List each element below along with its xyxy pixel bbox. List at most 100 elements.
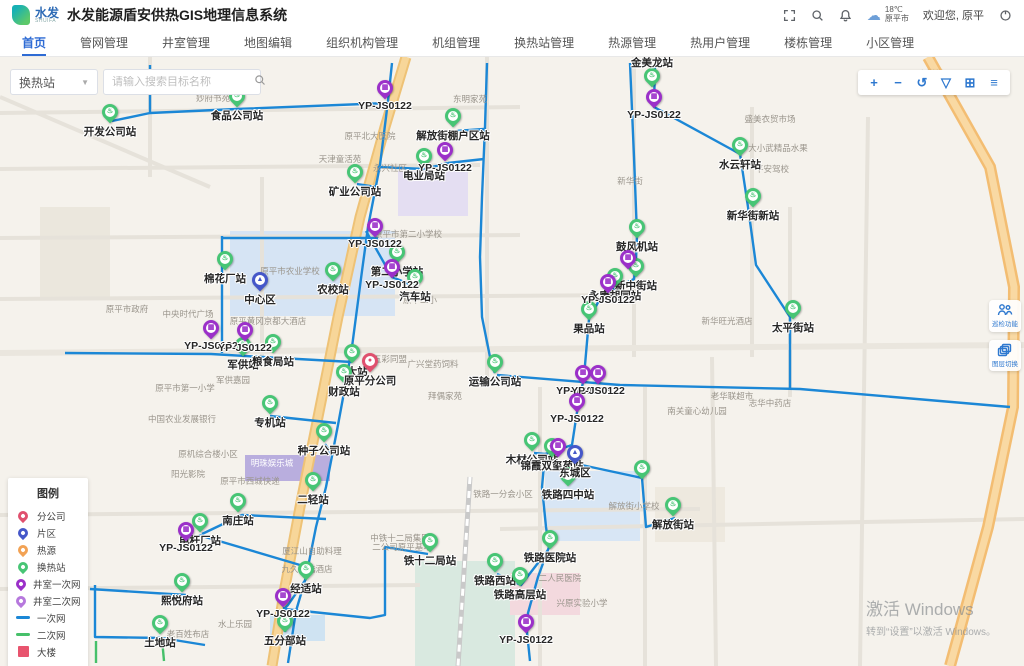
legend-item-3: 热源 — [16, 541, 80, 558]
legend-item-8: 二次网 — [16, 626, 80, 643]
tab-7[interactable]: 换热站管理 — [514, 30, 574, 56]
app-header: 水发 SHUIFA 水发能源盾安供热GIS地理信息系统 ☁ 18℃ 原平市 欢迎… — [0, 0, 1024, 30]
station-pin-icon: ♨ — [171, 570, 194, 593]
tab-4[interactable]: 地图编辑 — [244, 30, 292, 56]
marker-label: 铁十二局站 — [404, 553, 457, 568]
measure-button[interactable]: ▽ — [936, 73, 956, 93]
marker-label: 专机站 — [254, 415, 286, 430]
logout-icon[interactable] — [998, 8, 1012, 22]
marker-label: YP-JS0122 — [499, 634, 553, 646]
search-magnifier-icon[interactable] — [254, 73, 266, 91]
basemap-label: 原平市政府 — [106, 303, 149, 315]
marker-label: 解放街棚户区站 — [416, 128, 490, 143]
marker-label: 果品站 — [573, 321, 605, 336]
inspect-staff-icon — [997, 303, 1013, 317]
search-input-box — [103, 69, 261, 95]
reset-view-button[interactable]: ↺ — [912, 73, 932, 93]
layer-switch-button[interactable]: 图层切换 — [989, 340, 1021, 372]
station-pin-icon: ♨ — [99, 101, 122, 124]
station-pin-icon: ♨ — [662, 494, 685, 517]
tab-8[interactable]: 热源管理 — [608, 30, 656, 56]
basemap-label: 盛美衣贸市场 — [744, 113, 795, 125]
tab-9[interactable]: 热用户管理 — [690, 30, 750, 56]
station-pin-icon: ♨ — [322, 259, 345, 282]
notification-bell-icon[interactable] — [839, 8, 853, 22]
station-pin-icon: ♨ — [484, 550, 507, 573]
marker-label: 东城区 — [559, 465, 591, 480]
basemap-label: 明珠娱乐城 — [251, 457, 294, 469]
legend-item-9: 大楼 — [16, 643, 80, 660]
basemap-label: 南关童心幼儿园 — [667, 405, 727, 417]
marker-label: YP-JS0122 — [581, 294, 635, 306]
inspect-staff-button[interactable]: 巡检功能 — [989, 300, 1021, 332]
welcome-text: 欢迎您, 原平 — [923, 7, 984, 23]
basemap-label: 原机综合楼小区 — [178, 448, 238, 460]
fullscreen-icon[interactable] — [783, 8, 797, 22]
tab-3[interactable]: 井室管理 — [162, 30, 210, 56]
layer-list-button[interactable]: ≡ — [984, 73, 1004, 93]
station-pin-icon: ♨ — [302, 469, 325, 492]
basemap-label: 原平市西城快递 — [220, 475, 280, 487]
marker-label: 水云轩站 — [719, 157, 761, 172]
basemap-label: 厦江山自助料理 — [282, 545, 342, 557]
legend-pin-swatch — [16, 508, 30, 522]
marker-label: YP-JS0122 — [418, 162, 472, 174]
basemap-label: 铁路一分会小区 — [473, 488, 533, 500]
zoom-out-button[interactable]: − — [888, 73, 908, 93]
search-icon[interactable] — [811, 8, 825, 22]
basemap-label: 中国农业发展银行 — [148, 413, 216, 425]
marker-label: 食品公司站 — [211, 108, 264, 123]
map-legend: 图例 分公司片区热源换热站井室一次网井室二次网一次网二次网大楼 — [8, 478, 88, 666]
select-area-button[interactable]: ⊞ — [960, 73, 980, 93]
marker-label: 土地站 — [144, 635, 176, 650]
legend-item-4: 换热站 — [16, 558, 80, 575]
tab-10[interactable]: 楼栋管理 — [784, 30, 832, 56]
marker-label: 粮食局站 — [252, 354, 294, 369]
station-pin-icon: ♨ — [742, 185, 765, 208]
tab-11[interactable]: 小区管理 — [866, 30, 914, 56]
map-side-tools: 巡检功能图层切换 — [989, 300, 1021, 371]
station-pin-icon: ♨ — [341, 341, 364, 364]
marker-label: 铁路四中站 — [542, 487, 595, 502]
logo-en: SHUIFA — [35, 19, 59, 24]
station-pin-icon: ♨ — [313, 420, 336, 443]
marker-label: YP-JS0122 — [256, 608, 310, 620]
map-toolbar: +−↺▽⊞≡ — [858, 70, 1010, 95]
marker-label: 铁路西站 — [474, 573, 516, 588]
legend-item-6: 井室二次网 — [16, 592, 80, 609]
legend-pin-swatch — [14, 593, 28, 607]
marker-label: 南庄站 — [222, 513, 254, 528]
nav-tabs: 首页 管网管理 井室管理 地图编辑 组织机构管理 机组管理 换热站管理 热源管理 热用户管理 楼栋… — [0, 30, 1024, 57]
marker-label: 解放街站 — [652, 517, 694, 532]
marker-label: 熙悦府站 — [161, 593, 203, 608]
marker-label: 原平分公司 — [344, 373, 397, 388]
tab-2[interactable]: 管网管理 — [80, 30, 128, 56]
shuifa-logo-text: 水发 SHUIFA — [35, 7, 59, 24]
legend-item-1: 分公司 — [16, 507, 80, 524]
basemap-label: 原平北大医院 — [344, 130, 395, 142]
basemap-label: 阳光影院 — [171, 468, 205, 480]
map-canvas[interactable]: 原平市实验中学妙府书苑东明家苑吉祥新区盛美衣贸市场大小武精品水果天津童活苑原平北… — [0, 57, 1024, 666]
tab-6[interactable]: 机组管理 — [432, 30, 480, 56]
layer-switch-icon — [997, 343, 1013, 357]
station-pin-icon: ♨ — [442, 105, 465, 128]
map-search-bar: 换热站 ▼ — [10, 69, 261, 95]
search-input[interactable] — [112, 76, 254, 88]
marker-label: 种子公司站 — [298, 443, 351, 458]
search-category-value: 换热站 — [19, 74, 55, 91]
marker-label: YP-JS0122 — [159, 542, 213, 554]
weather-city: 原平市 — [885, 15, 909, 24]
legend-pin-swatch — [16, 525, 30, 539]
well-pin-icon: ▦ — [515, 611, 538, 634]
tab-1[interactable]: 首页 — [22, 30, 46, 56]
legend-pin-swatch — [16, 559, 30, 573]
legend-pin-swatch — [14, 576, 28, 590]
marker-label: 铁路高层站 — [494, 587, 547, 602]
well-pin-icon: ▦ — [643, 86, 666, 109]
zoom-in-button[interactable]: + — [864, 73, 884, 93]
legend-pin-swatch — [16, 542, 30, 556]
station-pin-icon: ♨ — [295, 558, 318, 581]
tab-5[interactable]: 组织机构管理 — [326, 30, 398, 56]
search-category-select[interactable]: 换热站 ▼ — [10, 69, 98, 95]
basemap-label: 广兴堂药饲料 — [407, 358, 458, 370]
